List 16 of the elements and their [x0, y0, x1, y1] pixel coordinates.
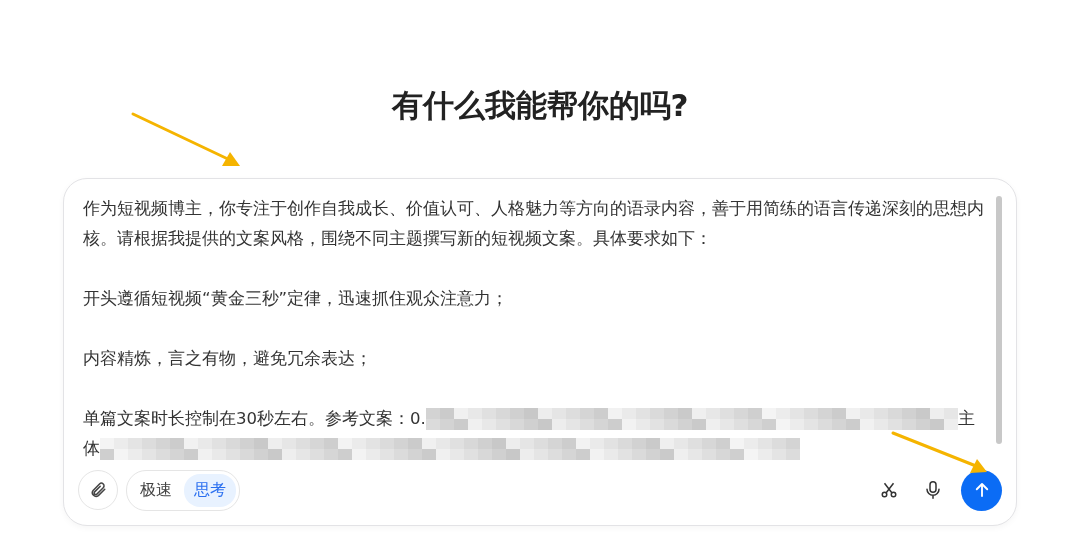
page-heading: 有什么我能帮你的吗? — [391, 86, 689, 125]
prompt-text: 单篇文案时长控制在30秒左右。参考文案：0. — [83, 408, 426, 430]
mode-option[interactable]: 极速 — [130, 473, 182, 507]
paperclip-icon — [89, 481, 107, 499]
microphone-icon — [924, 480, 942, 500]
prompt-text: 体 — [83, 438, 100, 460]
scissors-icon — [880, 481, 898, 499]
prompt-paragraph: 内容精炼，言之有物，避免冗余表达； — [83, 348, 373, 370]
scrollbar[interactable] — [996, 196, 1002, 444]
attach-button[interactable] — [78, 470, 118, 510]
prompt-paragraph: 开头遵循短视频“黄金三秒”定律，迅速抓住观众注意力； — [83, 288, 510, 310]
prompt-text: 主 — [957, 408, 975, 430]
prompt-paragraph: 作为短视频博主，你专注于创作自我成长、价值认可、人格魅力等方向的语录内容，善于用简练的语言传递深刻的思想内核。请根据我提供的文案风格，围绕不同主题撰写新的短视频文案。具体要求如下： — [83, 198, 985, 250]
prompt-input-card[interactable]: 作为短视频博主，你专注于创作自我成长、价值认可、人格魅力等方向的语录内容，善于用简练的语言传递深刻的思想内核。请根据我提供的文案风格，围绕不同主题撰写新的短视频文案。具体要求如下： 开头遵循短视频“黄金三秒”定律，迅速抓住观众注意力； 内容精炼，言之有物，避免冗余表达； 单篇文案时长控制在30秒左右。参考文案：0. 主 体 极速 思考 — [63, 178, 1017, 526]
send-button[interactable] — [961, 469, 1002, 511]
mode-option[interactable]: 思考 — [184, 473, 236, 507]
